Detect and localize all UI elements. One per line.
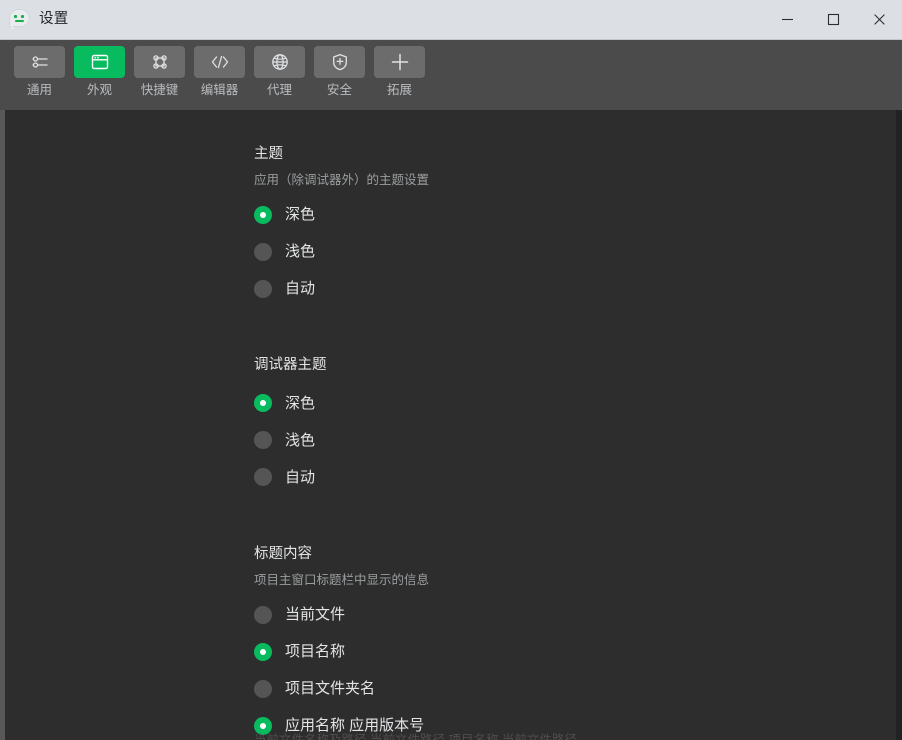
window-frame-icon-wrap <box>74 46 125 78</box>
minimize-button[interactable] <box>764 0 810 39</box>
section-title-debugger-theme: 调试器主题 <box>254 357 327 374</box>
maximize-button[interactable] <box>810 0 856 39</box>
window-title: 设置 <box>39 11 69 28</box>
radio-option-project-name[interactable]: 项目名称 <box>254 633 896 670</box>
section-subtitle-theme: 应用（除调试器外）的主题设置 <box>254 173 430 188</box>
tab-label-extensions: 拓展 <box>386 83 412 97</box>
close-icon <box>873 14 885 25</box>
section-subtitle-title-content: 项目主窗口标题栏中显示的信息 <box>254 573 430 588</box>
radio-indicator[interactable] <box>254 679 272 698</box>
title-bar-left: 设置 <box>0 9 69 30</box>
section-theme: 主题 应用（除调试器外）的主题设置 深色 浅色 自动 <box>254 146 896 307</box>
section-title-theme: 主题 <box>254 146 283 162</box>
radio-indicator[interactable] <box>254 468 272 487</box>
maximize-icon <box>827 13 839 26</box>
radio-indicator[interactable] <box>254 205 272 224</box>
tab-label-editor: 编辑器 <box>200 83 239 97</box>
globe-icon-wrap <box>254 46 305 78</box>
radio-option-theme-light[interactable]: 浅色 <box>254 233 896 270</box>
tab-appearance[interactable]: 外观 <box>74 46 125 98</box>
radio-indicator[interactable] <box>254 716 272 735</box>
radio-label: 浅色 <box>285 243 316 261</box>
radio-option-debugger-auto[interactable]: 自动 <box>254 459 896 496</box>
radio-indicator[interactable] <box>254 394 272 413</box>
section-title-title-content: 标题内容 <box>254 545 312 562</box>
tab-label-security: 安全 <box>326 83 352 97</box>
window-frame-icon <box>91 54 108 70</box>
shield-plus-icon <box>332 53 347 71</box>
radio-label: 深色 <box>285 206 316 224</box>
title-bar: 设置 <box>0 0 902 40</box>
clipped-partial-row: 当前文件名称及路径 当前文件路径 项目名称 当前文件路径 <box>254 733 577 740</box>
settings-window: 设置 通用 外观 快捷键 编辑器 代理 安全 拓展 主题 应用（除调试器外）的主… <box>0 0 902 740</box>
window-right-edge <box>896 110 902 740</box>
globe-icon <box>271 54 288 70</box>
tab-extensions[interactable]: 拓展 <box>374 46 425 98</box>
tab-proxy[interactable]: 代理 <box>254 46 305 98</box>
radio-label: 自动 <box>285 280 316 298</box>
radio-label: 当前文件 <box>285 606 346 624</box>
minimize-icon <box>781 18 793 21</box>
radio-indicator[interactable] <box>254 605 272 624</box>
code-brackets-icon-wrap <box>194 46 245 78</box>
settings-tab-bar: 通用 外观 快捷键 编辑器 代理 安全 拓展 <box>0 40 902 110</box>
radio-option-debugger-light[interactable]: 浅色 <box>254 422 896 459</box>
radio-label: 自动 <box>285 468 316 486</box>
code-brackets-icon <box>211 55 228 69</box>
shield-plus-icon-wrap <box>314 46 365 78</box>
sliders-icon-wrap <box>14 46 65 78</box>
wechat-devtools-icon <box>9 9 30 30</box>
radio-option-theme-auto[interactable]: 自动 <box>254 270 896 307</box>
radio-option-current-file[interactable]: 当前文件 <box>254 596 896 633</box>
radio-indicator[interactable] <box>254 242 272 261</box>
radio-label: 浅色 <box>285 431 316 449</box>
radio-label: 应用名称 应用版本号 <box>285 717 425 735</box>
section-debugger-theme: 调试器主题 深色 浅色 自动 <box>254 357 896 495</box>
tab-security[interactable]: 安全 <box>314 46 365 98</box>
command-key-icon-wrap <box>134 46 185 78</box>
radio-option-debugger-dark[interactable]: 深色 <box>254 385 896 422</box>
window-controls <box>764 0 902 39</box>
tab-label-proxy: 代理 <box>266 83 292 97</box>
sliders-icon <box>31 56 48 68</box>
tab-shortcuts[interactable]: 快捷键 <box>134 46 185 98</box>
plus-icon <box>391 53 408 71</box>
radio-option-theme-dark[interactable]: 深色 <box>254 196 896 233</box>
clipped-partial-text: 当前文件名称及路径 当前文件路径 项目名称 当前文件路径 <box>254 733 577 740</box>
tab-label-shortcuts: 快捷键 <box>140 83 179 97</box>
section-title-content: 标题内容 项目主窗口标题栏中显示的信息 当前文件 项目名称 项目文件夹名 应用名… <box>254 546 896 740</box>
tab-label-appearance: 外观 <box>86 83 112 97</box>
radio-label: 项目名称 <box>285 643 346 661</box>
radio-label: 项目文件夹名 <box>285 680 376 698</box>
settings-content: 主题 应用（除调试器外）的主题设置 深色 浅色 自动 调试器主题 深色 浅色 自… <box>5 110 896 740</box>
command-key-icon <box>152 55 167 69</box>
plus-icon-wrap <box>374 46 425 78</box>
content-wrapper: 主题 应用（除调试器外）的主题设置 深色 浅色 自动 调试器主题 深色 浅色 自… <box>0 110 902 740</box>
radio-label: 深色 <box>285 394 316 412</box>
tab-general[interactable]: 通用 <box>14 46 65 98</box>
radio-option-project-folder-name[interactable]: 项目文件夹名 <box>254 670 896 707</box>
appearance-panel: 主题 应用（除调试器外）的主题设置 深色 浅色 自动 调试器主题 深色 浅色 自… <box>5 110 896 740</box>
radio-indicator[interactable] <box>254 642 272 661</box>
radio-indicator[interactable] <box>254 279 272 298</box>
radio-indicator[interactable] <box>254 431 272 450</box>
tab-editor[interactable]: 编辑器 <box>194 46 245 98</box>
close-button[interactable] <box>856 0 902 39</box>
tab-label-general: 通用 <box>26 83 52 97</box>
